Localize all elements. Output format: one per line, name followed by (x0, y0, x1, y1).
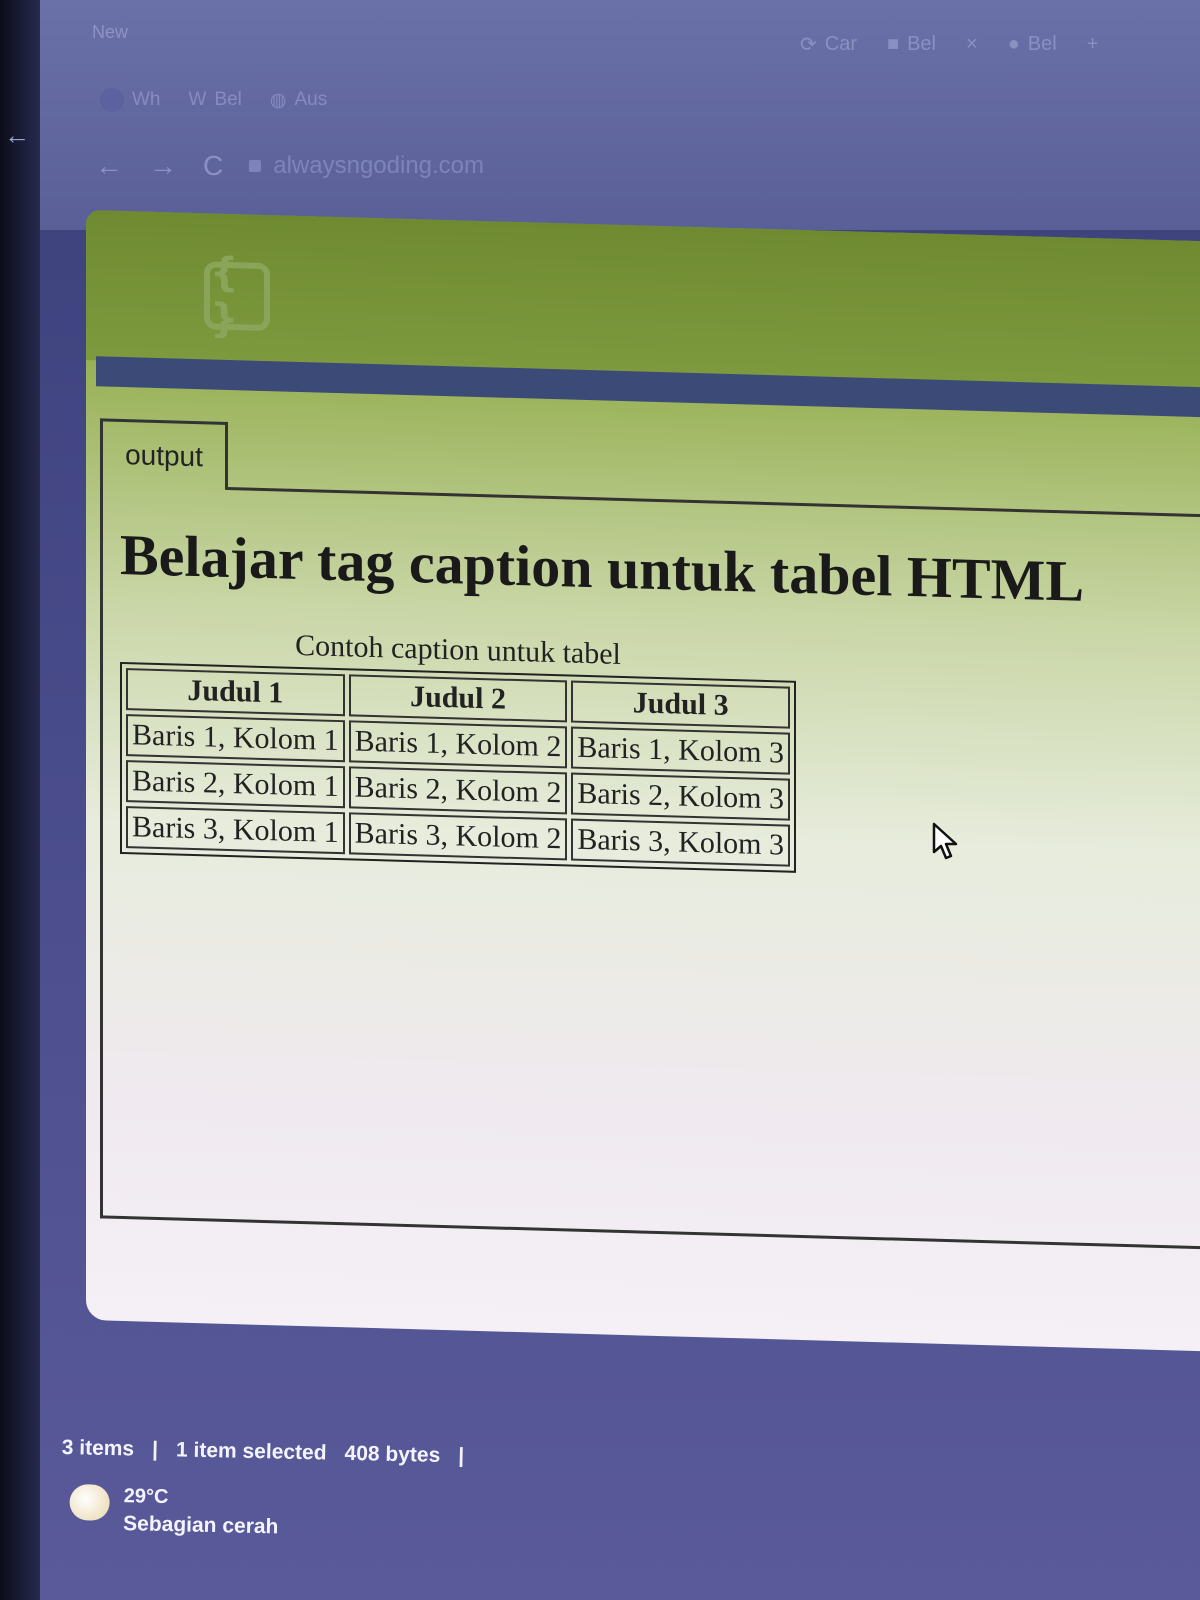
tab-strip: Wh W Bel ◍ Aus (100, 88, 327, 112)
browser-tab[interactable]: W Bel (189, 89, 242, 111)
new-tab-item[interactable]: New (92, 22, 128, 43)
table-cell: Baris 2, Kolom 2 (348, 766, 568, 815)
table-cell: Baris 3, Kolom 2 (348, 812, 568, 861)
table-cell: Baris 3, Kolom 3 (571, 818, 791, 867)
browser-tab[interactable]: ● Bel (1008, 33, 1057, 56)
back-icon[interactable]: ← (95, 150, 123, 182)
browser-tab[interactable]: ■ Bel (887, 33, 936, 56)
tab-output-label: output (125, 438, 203, 472)
column-header: Judul 2 (348, 674, 568, 723)
weather-temperature: 29°C (123, 1485, 169, 1509)
refresh-icon[interactable]: C (203, 150, 223, 182)
browser-tab[interactable]: × (966, 33, 978, 56)
column-header: Judul 3 (571, 680, 791, 729)
site-logo-icon[interactable]: { } (204, 249, 270, 342)
browser-chrome: New ⟳ Car ■ Bel × ● Bel + Wh W Bel ◍ Aus (40, 0, 1200, 230)
selection-status: 1 item selected (175, 1438, 327, 1465)
lock-icon (249, 160, 262, 172)
browser-tab[interactable]: ◍ Aus (270, 89, 327, 112)
web-page: { } output Belajar tag caption untuk tab… (86, 210, 1200, 1352)
navigation-bar: ← → C alwaysngoding.com (95, 150, 484, 182)
table-cell: Baris 2, Kolom 3 (571, 772, 791, 821)
column-header: Judul 1 (126, 668, 345, 717)
table-cell: Baris 1, Kolom 3 (571, 726, 791, 775)
tab-label: Bel (907, 33, 936, 55)
browser-tab[interactable]: ⟳ Car (800, 32, 857, 57)
tab-output[interactable]: output (100, 418, 228, 490)
address-text: alwaysngoding.com (273, 152, 485, 179)
partly-sunny-icon (69, 1484, 110, 1521)
w-icon: W (188, 89, 207, 110)
new-tab-button[interactable]: + (1087, 33, 1099, 56)
forward-icon[interactable]: → (149, 150, 177, 182)
table-cell: Baris 2, Kolom 1 (126, 760, 345, 809)
weather-widget[interactable]: 29°C Sebagian cerah (69, 1484, 279, 1539)
new-tab-label: New (92, 22, 129, 42)
table-cell: Baris 1, Kolom 2 (348, 720, 568, 769)
weather-condition: Sebagian cerah (122, 1512, 279, 1539)
tab-label: Bel (214, 89, 242, 110)
globe-icon: ● (1007, 33, 1020, 55)
weather-text: 29°C Sebagian cerah (123, 1485, 279, 1539)
mouse-cursor-icon (932, 822, 958, 860)
file-size: 408 bytes (344, 1441, 441, 1467)
table-cell: Baris 1, Kolom 1 (126, 714, 345, 763)
items-count: 3 items (61, 1436, 135, 1461)
demo-table: Contoh caption untuk tabel Judul 1 Judul… (120, 623, 797, 873)
tab-label: Car (824, 33, 857, 55)
status-separator: | (458, 1444, 465, 1468)
status-separator: | (151, 1437, 159, 1462)
bookmark-icon: ■ (887, 33, 900, 55)
close-icon[interactable]: × (966, 33, 978, 56)
whatsapp-icon (100, 88, 124, 112)
tab-label: Aus (294, 89, 328, 110)
table-cell: Baris 3, Kolom 1 (126, 806, 345, 855)
file-explorer-status-bar: 3 items | 1 item selected 408 bytes | (61, 1436, 465, 1468)
reload-icon: ⟳ (800, 34, 817, 56)
globe-icon: ◍ (269, 89, 287, 111)
tab-label: Wh (132, 89, 161, 110)
explorer-back-icon[interactable]: ← (4, 120, 30, 151)
tab-label: Bel (1027, 33, 1057, 55)
monitor-bezel (0, 0, 40, 1600)
address-bar[interactable]: alwaysngoding.com (249, 152, 484, 180)
browser-tab[interactable]: Wh (100, 88, 161, 112)
tab-strip-top: ⟳ Car ■ Bel × ● Bel + (800, 32, 1098, 57)
